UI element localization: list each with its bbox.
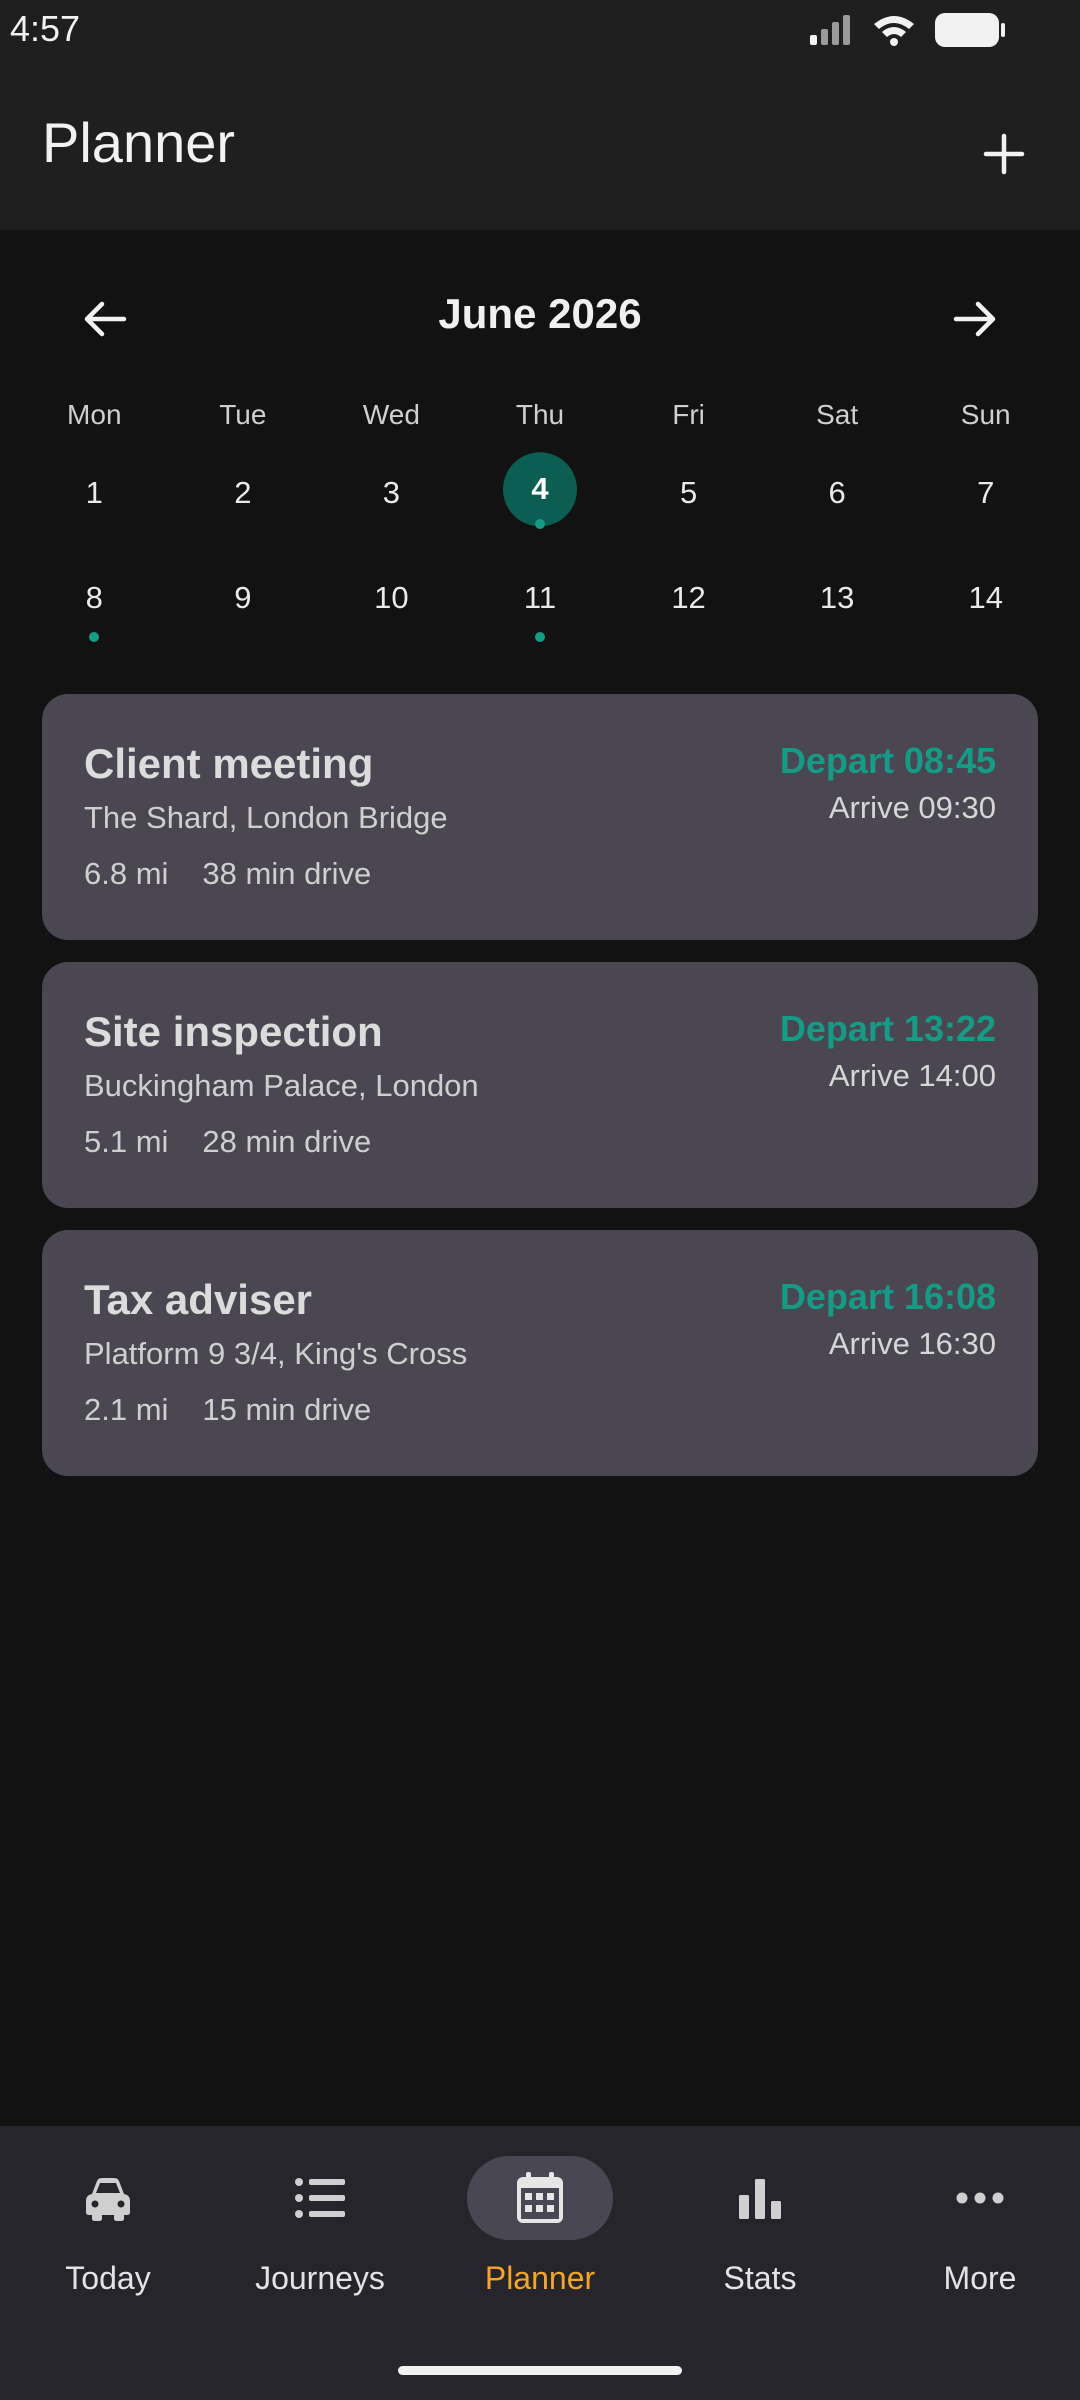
day-number: 9 [234,579,252,615]
event-indicator-dot [89,632,100,642]
nav-label: More [943,2260,1017,2296]
weekday-label: Thu [515,399,565,430]
page-title: Planner [42,111,236,174]
journey-meta: 6.8 mi 38 min drive [84,856,371,892]
journey-distance: 2.1 mi [84,1392,169,1427]
journey-duration: 28 min drive [202,1124,372,1159]
app-bar: Planner [0,60,1080,230]
bottom-navigation: Today Journeys Planner Stats More [0,2126,1080,2400]
nav-item-today[interactable]: Today [0,2156,216,2306]
calendar-day[interactable]: 8 [20,545,169,650]
status-time: 4:57 [10,8,81,49]
calendar-icon [517,2172,563,2223]
journey-address: Platform 9 3/4, King's Cross [84,1336,468,1371]
journey-meta: 5.1 mi 28 min drive [84,1124,371,1160]
journey-address: Buckingham Palace, London [84,1068,479,1103]
journey-meta: 2.1 mi 15 min drive [84,1392,371,1428]
nav-item-journeys[interactable]: Journeys [212,2156,428,2306]
month-title: June 2026 [438,290,642,337]
day-number: 11 [523,579,557,615]
journey-address: The Shard, London Bridge [84,800,448,835]
day-number: 8 [85,579,103,615]
calendar-day[interactable]: 3 [317,440,466,545]
next-month-button[interactable] [940,284,1010,354]
day-number: 6 [828,474,846,510]
weekday-label: Tue [219,399,267,430]
day-number: 1 [85,474,103,510]
day-number: 13 [819,579,855,615]
journey-depart-time: Depart 13:22 [779,1008,996,1049]
calendar-day[interactable]: 2 [169,440,318,545]
calendar-day[interactable]: 12 [614,545,763,650]
calendar-day[interactable]: 14 [911,545,1060,650]
day-number: 4 [531,470,549,506]
day-number: 2 [234,474,252,510]
journey-arrive-time: Arrive 16:30 [828,1326,996,1361]
weekday-label: Fri [672,399,705,430]
weekday-label: Sun [960,399,1011,430]
calendar-day[interactable]: 13 [763,545,912,650]
car-icon [86,2178,130,2221]
status-bar: 4:57 [0,0,1080,60]
event-indicator-dot [534,519,545,529]
nav-label: Journeys [255,2260,385,2296]
add-journey-button[interactable] [972,122,1036,186]
cellular-signal-icon [810,15,850,45]
plus-icon [983,133,1025,175]
calendar-day[interactable]: 5 [614,440,763,545]
calendar-day[interactable]: 7 [911,440,1060,545]
calendar-grid: Mon Tue Wed Thu Fri Sat Sun 1 2 3 4 5 6 … [20,390,1060,650]
day-number: 14 [968,579,1003,615]
event-indicator-dot [534,632,545,642]
journey-card[interactable]: Client meeting The Shard, London Bridge … [42,694,1038,940]
calendar-day[interactable]: 10 [317,545,466,650]
day-number: 3 [382,474,401,510]
day-number: 5 [679,474,698,510]
calendar-day-selected[interactable]: 4 [466,440,615,545]
more-horizontal-icon [956,2192,1004,2204]
status-icons [808,12,1006,48]
nav-item-stats[interactable]: Stats [652,2156,868,2306]
wifi-icon [874,16,914,46]
journey-card[interactable]: Tax adviser Platform 9 3/4, King's Cross… [42,1230,1038,1476]
battery-icon [935,13,1005,47]
calendar-day[interactable]: 9 [169,545,318,650]
home-indicator[interactable] [398,2366,682,2375]
nav-label: Planner [484,2260,596,2296]
calendar-day[interactable]: 1 [20,440,169,545]
day-number: 10 [374,579,409,615]
journey-list: Client meeting The Shard, London Bridge … [42,694,1038,1498]
journey-title: Tax adviser [84,1276,313,1323]
journey-duration: 15 min drive [202,1392,372,1427]
journey-depart-time: Depart 08:45 [779,740,996,781]
weekday-label: Sat [816,399,859,430]
journey-arrive-time: Arrive 09:30 [828,790,996,825]
journey-title: Site inspection [84,1008,383,1055]
nav-label: Stats [723,2260,797,2296]
calendar-day[interactable]: 11 [466,545,615,650]
calendar-day[interactable]: 6 [763,440,912,545]
day-number: 7 [977,474,995,510]
nav-label: Today [65,2260,151,2296]
nav-item-more[interactable]: More [872,2156,1080,2306]
arrow-right-icon [953,301,996,337]
nav-item-planner[interactable]: Planner [432,2156,648,2306]
day-number: 12 [671,579,706,615]
journey-distance: 5.1 mi [84,1124,169,1159]
bar-chart-icon [739,2179,781,2219]
list-icon [295,2178,345,2218]
calendar-header: June 2026 [0,280,1080,350]
weekday-label: Wed [362,399,420,430]
weekday-label: Mon [67,399,122,430]
journey-title: Client meeting [84,740,374,787]
journey-distance: 6.8 mi [84,856,169,891]
journey-card[interactable]: Site inspection Buckingham Palace, Londo… [42,962,1038,1208]
journey-depart-time: Depart 16:08 [779,1276,996,1317]
journey-arrive-time: Arrive 14:00 [828,1058,996,1093]
journey-duration: 38 min drive [202,856,372,891]
